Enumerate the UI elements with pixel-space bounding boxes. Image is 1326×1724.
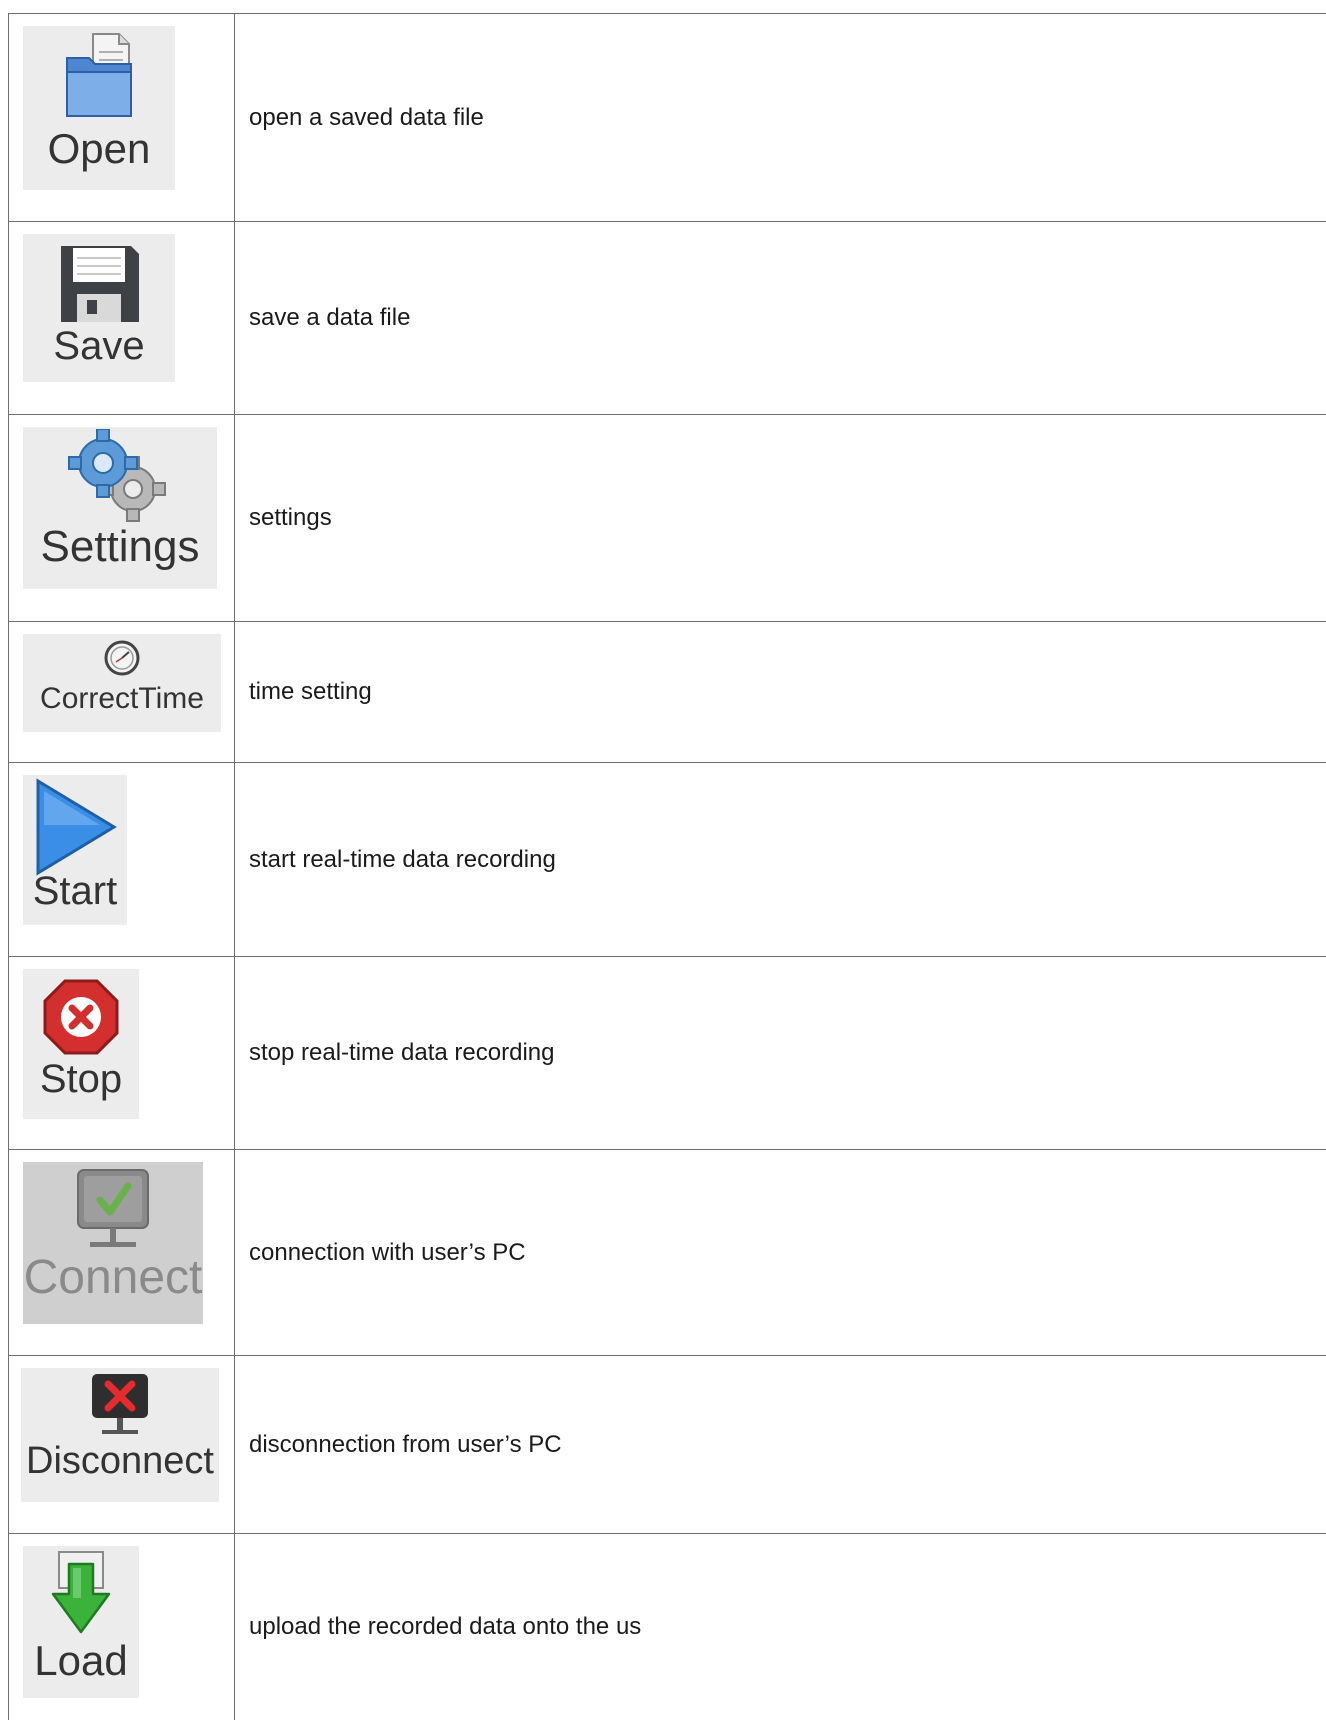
monitor-x-icon bbox=[92, 1374, 148, 1434]
icon-cell: Save bbox=[9, 222, 235, 414]
stop-x-icon bbox=[43, 979, 119, 1055]
table-row-open: Open open a saved data file bbox=[8, 14, 1326, 222]
connect-button[interactable]: Connect bbox=[23, 1162, 203, 1324]
icon-cell: Disconnect bbox=[9, 1356, 235, 1533]
description-cell: connection with user’s PC bbox=[249, 1238, 526, 1266]
description-cell: upload the recorded data onto the us bbox=[249, 1613, 642, 1640]
clock-icon bbox=[104, 640, 140, 676]
table-row-connect: Connect connection with user’s PC bbox=[8, 1150, 1326, 1356]
button-label: Connect bbox=[23, 1251, 203, 1304]
play-triangle-icon bbox=[36, 778, 117, 876]
table-row-correcttime: CorrectTime time setting bbox=[8, 622, 1326, 763]
stop-button[interactable]: Stop bbox=[23, 969, 139, 1119]
icon-cell: Start bbox=[9, 763, 235, 956]
table-row-settings: Settings settings bbox=[8, 415, 1326, 622]
open-button[interactable]: Open bbox=[23, 26, 175, 190]
load-button[interactable]: Load bbox=[23, 1546, 139, 1698]
icon-cell: Settings bbox=[9, 415, 235, 621]
gears-icon bbox=[68, 429, 166, 522]
icon-cell: Connect bbox=[9, 1150, 235, 1355]
table-row-load: Load upload the recorded data onto the u… bbox=[8, 1534, 1326, 1720]
icon-cell: Stop bbox=[9, 957, 235, 1149]
toolbar-legend-table: Open open a saved data file Save save a … bbox=[8, 13, 1326, 1720]
description-cell: time setting bbox=[249, 678, 372, 705]
monitor-check-icon bbox=[77, 1169, 149, 1247]
correct-time-button[interactable]: CorrectTime bbox=[23, 634, 221, 732]
button-label: Open bbox=[47, 125, 151, 172]
button-label: Load bbox=[34, 1637, 128, 1684]
folder-icon bbox=[66, 33, 132, 117]
icon-cell: CorrectTime bbox=[9, 622, 235, 762]
button-label: Save bbox=[53, 324, 145, 368]
button-label: Stop bbox=[39, 1057, 123, 1101]
description-cell: start real-time data recording bbox=[249, 845, 556, 873]
button-label: Settings bbox=[40, 522, 200, 571]
description-cell: save a data file bbox=[249, 304, 411, 331]
table-row-disconnect: Disconnect disconnection from user’s PC bbox=[8, 1356, 1326, 1534]
button-label: CorrectTime bbox=[40, 682, 204, 715]
floppy-disk-icon bbox=[61, 246, 139, 322]
table-row-start: Start start real-time data recording bbox=[8, 763, 1326, 957]
settings-button[interactable]: Settings bbox=[23, 427, 217, 589]
disconnect-button[interactable]: Disconnect bbox=[21, 1368, 219, 1502]
icon-cell: Load bbox=[9, 1534, 235, 1720]
start-button[interactable]: Start bbox=[23, 775, 127, 925]
button-label: Disconnect bbox=[26, 1440, 214, 1482]
table-row-stop: Stop stop real-time data recording bbox=[8, 957, 1326, 1150]
description-cell: open a saved data file bbox=[249, 103, 484, 131]
button-label: Start bbox=[32, 869, 118, 913]
description-cell: disconnection from user’s PC bbox=[249, 1430, 562, 1458]
table-row-save: Save save a data file bbox=[8, 222, 1326, 415]
down-arrow-icon bbox=[51, 1551, 111, 1634]
icon-cell: Open bbox=[9, 14, 235, 221]
description-cell: settings bbox=[249, 504, 332, 531]
description-cell: stop real-time data recording bbox=[249, 1039, 555, 1066]
save-button[interactable]: Save bbox=[23, 234, 175, 382]
